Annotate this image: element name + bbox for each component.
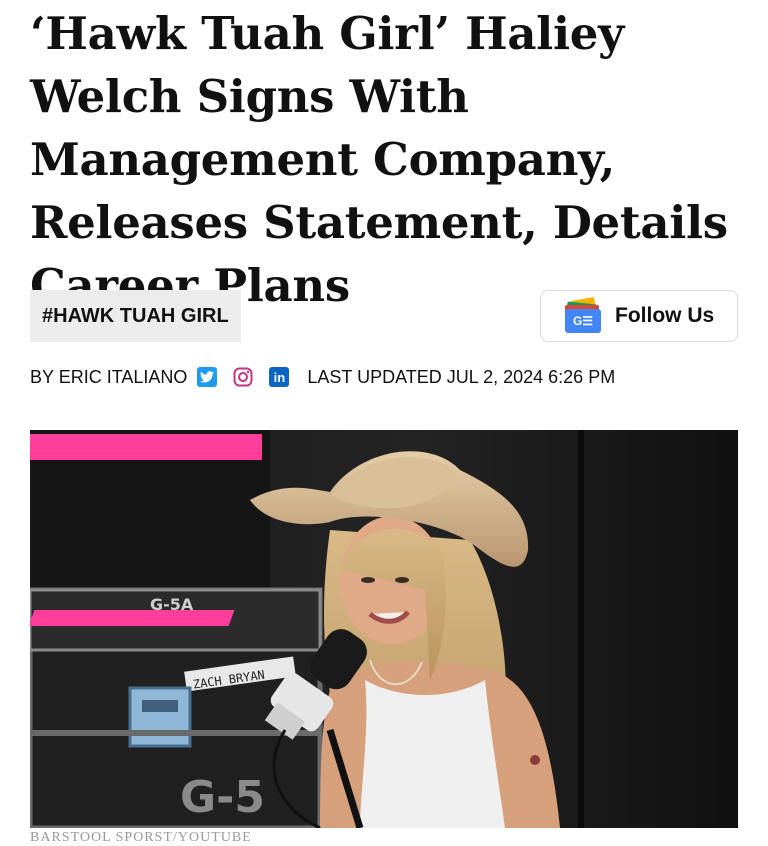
last-updated: LAST UPDATED JUL 2, 2024 6:26 PM xyxy=(307,366,616,387)
article-hero-image: G-5A ZACH BRYAN G-5 xyxy=(30,430,738,828)
instagram-icon[interactable] xyxy=(233,367,253,387)
follow-us-label: Follow Us xyxy=(615,304,715,327)
article-headline: ‘Hawk Tuah Girl’ Haliey Welch Signs With… xyxy=(30,7,728,312)
case-stencil-top: G-5A xyxy=(150,595,194,614)
case-stencil: G-5 xyxy=(180,772,265,823)
author-name[interactable]: BY ERIC ITALIANO xyxy=(30,367,187,388)
google-news-icon: G☰ xyxy=(565,296,601,333)
image-credit: BARSTOOL SPORST/YOUTUBE xyxy=(30,830,252,845)
tag-link[interactable]: #HAWK TUAH GIRL xyxy=(30,290,241,342)
twitter-icon[interactable] xyxy=(197,367,218,387)
follow-us-button[interactable]: G☰ Follow Us xyxy=(540,290,738,342)
byline: BY ERIC ITALIANO in LAST UPDATED JUL 2, … xyxy=(30,366,615,388)
linkedin-icon[interactable]: in xyxy=(269,367,290,387)
